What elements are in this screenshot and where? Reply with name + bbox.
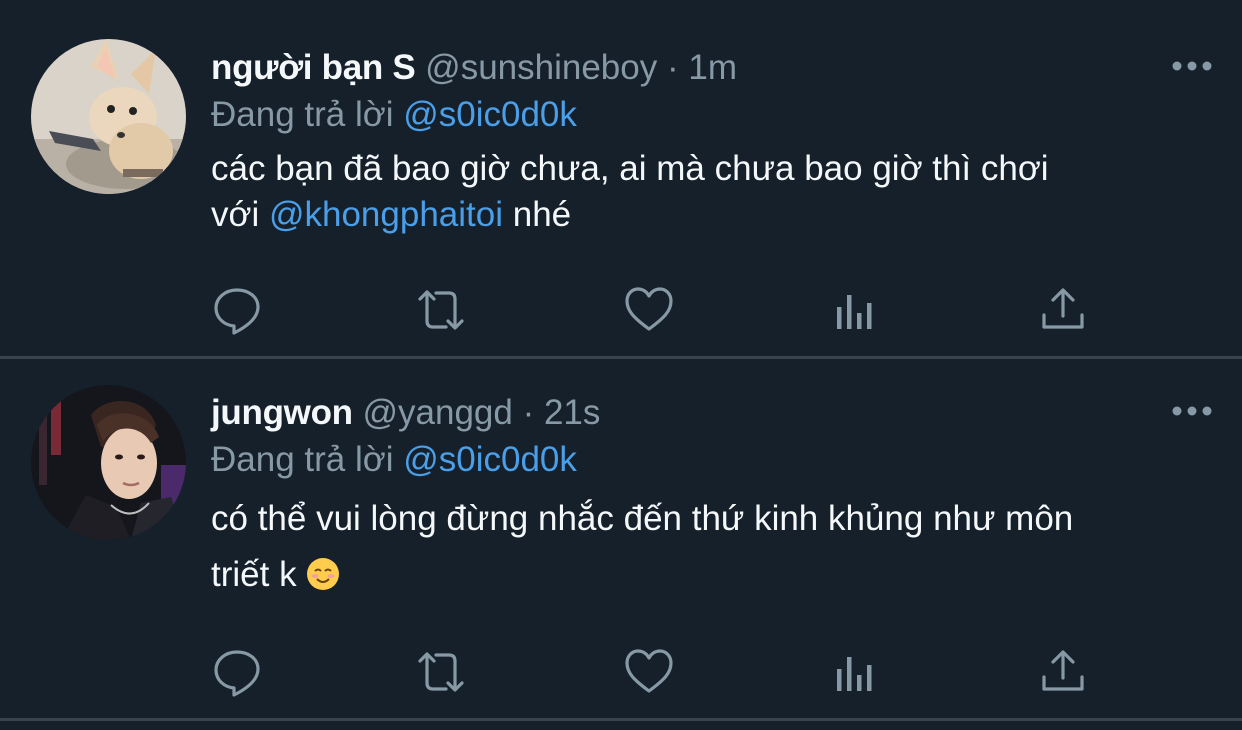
like-icon[interactable] bbox=[624, 285, 674, 335]
more-options-icon[interactable] bbox=[1172, 60, 1212, 72]
tweet-header: người bạn S @sunshineboy · 1m bbox=[211, 46, 1211, 90]
text-fragment: triết k bbox=[211, 555, 297, 594]
separator-dot: · bbox=[666, 48, 679, 87]
display-name[interactable]: jungwon bbox=[211, 393, 353, 432]
smiling-face-emoji bbox=[307, 558, 340, 590]
username[interactable]: @sunshineboy bbox=[425, 48, 657, 87]
tweet[interactable]: jungwon @yanggd · 21s Đang trả lời @s0ic… bbox=[0, 359, 1242, 720]
reply-icon[interactable] bbox=[212, 285, 262, 335]
tweet-divider bbox=[0, 718, 1242, 721]
username[interactable]: @yanggd bbox=[362, 393, 512, 432]
reply-to-mention[interactable]: @s0ic0d0k bbox=[403, 440, 577, 479]
tweet-actions bbox=[211, 647, 1111, 697]
tweet-text: có thể vui lòng đừng nhắc đến thứ kinh k… bbox=[211, 491, 1211, 603]
analytics-icon[interactable] bbox=[831, 647, 881, 697]
retweet-icon[interactable] bbox=[416, 647, 466, 697]
tweet[interactable]: người bạn S @sunshineboy · 1m Đang trả l… bbox=[0, 0, 1242, 357]
reply-context: Đang trả lời @s0ic0d0k bbox=[211, 93, 1211, 137]
reply-icon[interactable] bbox=[212, 647, 262, 697]
timestamp[interactable]: 21s bbox=[544, 393, 600, 432]
tweet-text-line: có thể vui lòng đừng nhắc đến thứ kinh k… bbox=[211, 499, 1074, 538]
reply-context: Đang trả lời @s0ic0d0k bbox=[211, 438, 1211, 482]
fennec-fox-avatar bbox=[31, 39, 186, 194]
share-icon[interactable] bbox=[1038, 647, 1088, 697]
avatar[interactable] bbox=[31, 39, 186, 194]
more-options-icon[interactable] bbox=[1172, 405, 1212, 417]
display-name[interactable]: người bạn S bbox=[211, 48, 416, 87]
avatar[interactable] bbox=[31, 385, 186, 540]
tweet-actions bbox=[211, 285, 1111, 335]
timestamp[interactable]: 1m bbox=[688, 48, 737, 87]
tweet-text: các bạn đã bao giờ chưa, ai mà chưa bao … bbox=[211, 146, 1211, 238]
share-icon[interactable] bbox=[1038, 285, 1088, 335]
retweet-icon[interactable] bbox=[416, 285, 466, 335]
reply-to-mention[interactable]: @s0ic0d0k bbox=[403, 95, 577, 134]
tweet-text-line: với @khongphaitoi nhé bbox=[211, 192, 1211, 238]
mention-link[interactable]: @khongphaitoi bbox=[269, 195, 503, 234]
analytics-icon[interactable] bbox=[831, 285, 881, 335]
tweet-text-line: các bạn đã bao giờ chưa, ai mà chưa bao … bbox=[211, 149, 1049, 188]
tweet-header: jungwon @yanggd · 21s bbox=[211, 391, 1211, 435]
like-icon[interactable] bbox=[624, 647, 674, 697]
text-fragment: nhé bbox=[512, 195, 572, 234]
reply-prefix: Đang trả lời bbox=[211, 440, 394, 479]
tweet-text-line: triết k bbox=[211, 547, 1211, 603]
text-fragment: với bbox=[211, 195, 260, 234]
separator-dot: · bbox=[522, 393, 535, 432]
person-portrait-avatar bbox=[31, 385, 186, 540]
reply-prefix: Đang trả lời bbox=[211, 95, 394, 134]
